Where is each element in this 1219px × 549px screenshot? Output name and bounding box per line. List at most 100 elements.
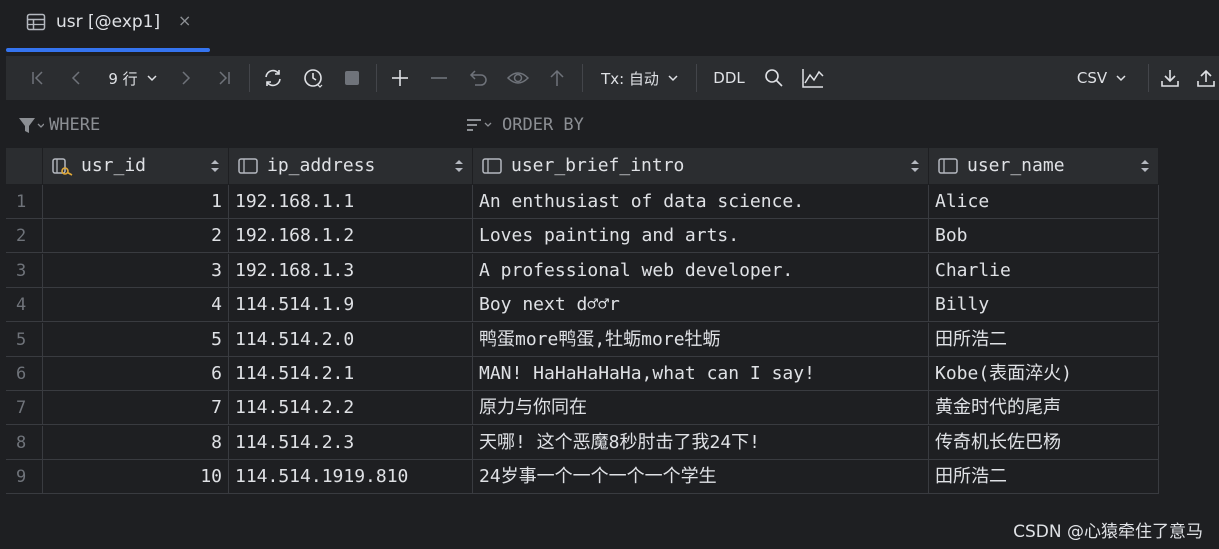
cell-usr_id[interactable]: 6 — [43, 357, 229, 391]
where-filter[interactable]: WHERE — [14, 106, 454, 146]
column-icon — [481, 157, 505, 181]
arrow-up-icon — [550, 69, 564, 86]
cell-ip_address[interactable]: 114.514.2.0 — [229, 322, 473, 357]
tab-title: usr [@exp1] — [56, 12, 161, 32]
last-page-icon — [219, 71, 230, 85]
cell-ip_address[interactable]: 192.168.1.1 — [229, 185, 473, 219]
cell-ip_address[interactable]: 114.514.1.9 — [229, 288, 473, 323]
column-name: user_name — [967, 155, 1065, 176]
cell-user_brief_intro[interactable]: MAN! HaHaHaHaHa,what can I say! — [473, 357, 929, 391]
add-row-button[interactable] — [386, 56, 414, 100]
cell-user_brief_intro[interactable]: 原力与你同在 — [473, 391, 929, 426]
cell-usr_id[interactable]: 1 — [43, 185, 229, 219]
row-number: 8 — [6, 425, 43, 460]
row-number: 1 — [6, 185, 43, 219]
stop-button[interactable] — [338, 56, 366, 100]
export-button[interactable] — [1156, 56, 1184, 100]
toolbar-separator — [1148, 64, 1149, 92]
cell-user_brief_intro[interactable]: 24岁事一个一个一个一个学生 — [473, 460, 929, 495]
next-page-button[interactable] — [172, 56, 200, 100]
submit-button[interactable] — [543, 56, 571, 100]
ddl-label: DDL — [713, 69, 745, 87]
last-page-button[interactable] — [210, 56, 238, 100]
sort-toggle-icon[interactable] — [454, 158, 464, 177]
close-icon[interactable]: × — [178, 11, 191, 30]
cell-user_name[interactable]: 田所浩二 — [929, 460, 1159, 495]
minus-icon — [431, 77, 447, 79]
column-icon — [937, 157, 961, 181]
cell-ip_address[interactable]: 192.168.1.2 — [229, 219, 473, 254]
order-by-label: ORDER BY — [502, 115, 584, 135]
transaction-mode-label: Tx: 自动 — [601, 69, 659, 88]
column-header-user_name[interactable]: user_name — [929, 148, 1159, 184]
cell-user_name[interactable]: Charlie — [929, 253, 1159, 288]
cell-user_name[interactable]: 黄金时代的尾声 — [929, 391, 1159, 426]
column-header-user_brief_intro[interactable]: user_brief_intro — [473, 148, 929, 184]
cell-usr_id[interactable]: 4 — [43, 288, 229, 323]
row-number: 4 — [6, 288, 43, 323]
chevron-down-icon — [1116, 75, 1126, 82]
ddl-button[interactable]: DDL — [706, 56, 752, 100]
import-button[interactable] — [1194, 56, 1218, 100]
cell-ip_address[interactable]: 114.514.2.3 — [229, 425, 473, 460]
toolbar-separator — [582, 64, 583, 92]
cell-user_brief_intro[interactable]: Boy next d♂♂r — [473, 288, 929, 323]
cell-usr_id[interactable]: 3 — [43, 253, 229, 288]
order-by-filter[interactable]: ORDER BY — [462, 106, 962, 146]
history-button[interactable] — [299, 56, 327, 100]
cell-usr_id[interactable]: 8 — [43, 425, 229, 460]
transaction-mode-dropdown[interactable]: Tx: 自动 — [594, 56, 686, 100]
column-header-ip_address[interactable]: ip_address — [229, 148, 473, 184]
export-format-label: CSV — [1076, 69, 1108, 87]
cell-usr_id[interactable]: 7 — [43, 391, 229, 426]
cell-user_name[interactable]: Bob — [929, 219, 1159, 254]
cell-user_brief_intro[interactable]: 鸭蛋more鸭蛋,牡蛎more牡蛎 — [473, 322, 929, 357]
data-editor-toolbar: 9 行 Tx: 自动 DDL CSV — [6, 56, 1219, 100]
search-button[interactable] — [760, 56, 788, 100]
cell-user_name[interactable]: 田所浩二 — [929, 322, 1159, 357]
cell-usr_id[interactable]: 5 — [43, 322, 229, 357]
row-number: 6 — [6, 357, 43, 391]
sort-toggle-icon[interactable] — [210, 158, 220, 177]
preview-changes-button[interactable] — [504, 56, 532, 100]
cell-user_name[interactable]: Alice — [929, 185, 1159, 219]
cell-user_name[interactable]: Billy — [929, 288, 1159, 323]
first-page-icon — [32, 71, 43, 85]
column-header-usr_id[interactable]: usr_id — [43, 148, 229, 184]
filter-icon — [19, 118, 44, 133]
cell-user_name[interactable]: 传奇机长佐巴杨 — [929, 425, 1159, 460]
row-count-dropdown[interactable]: 9 行 — [98, 56, 168, 100]
row-number: 2 — [6, 219, 43, 254]
chevron-down-icon — [668, 75, 678, 82]
column-name: usr_id — [81, 155, 147, 176]
cell-ip_address[interactable]: 114.514.1919.810 — [229, 460, 473, 495]
toolbar-separator — [249, 64, 250, 92]
cell-user_brief_intro[interactable]: A professional web developer. — [473, 253, 929, 288]
sort-toggle-icon[interactable] — [910, 158, 920, 177]
cell-usr_id[interactable]: 10 — [43, 460, 229, 495]
first-page-button[interactable] — [24, 56, 52, 100]
cell-user_name[interactable]: Kobe(表面淬火) — [929, 357, 1159, 391]
cell-usr_id[interactable]: 2 — [43, 219, 229, 254]
revert-button[interactable] — [465, 56, 493, 100]
refresh-button[interactable] — [259, 56, 287, 100]
delete-row-button[interactable] — [425, 56, 453, 100]
chart-button[interactable] — [799, 56, 827, 100]
column-icon — [237, 157, 261, 181]
watermark: CSDN @心猿牵住了意马 — [1013, 522, 1203, 542]
cell-ip_address[interactable]: 192.168.1.3 — [229, 253, 473, 288]
prev-page-button[interactable] — [62, 56, 90, 100]
search-icon — [765, 69, 783, 87]
cell-user_brief_intro[interactable]: Loves painting and arts. — [473, 219, 929, 254]
refresh-icon — [265, 69, 281, 87]
cell-ip_address[interactable]: 114.514.2.2 — [229, 391, 473, 426]
cell-user_brief_intro[interactable]: 天哪! 这个恶魔8秒肘击了我24下! — [473, 425, 929, 460]
tab-usr[interactable]: usr [@exp1] × — [6, 0, 210, 52]
cell-ip_address[interactable]: 114.514.2.1 — [229, 357, 473, 391]
cell-user_brief_intro[interactable]: An enthusiast of data science. — [473, 185, 929, 219]
primary-key-column-icon — [51, 157, 75, 181]
column-name: user_brief_intro — [511, 155, 685, 176]
chevron-left-icon — [71, 71, 80, 85]
export-format-dropdown[interactable]: CSV — [1068, 56, 1136, 100]
sort-toggle-icon[interactable] — [1140, 158, 1150, 177]
